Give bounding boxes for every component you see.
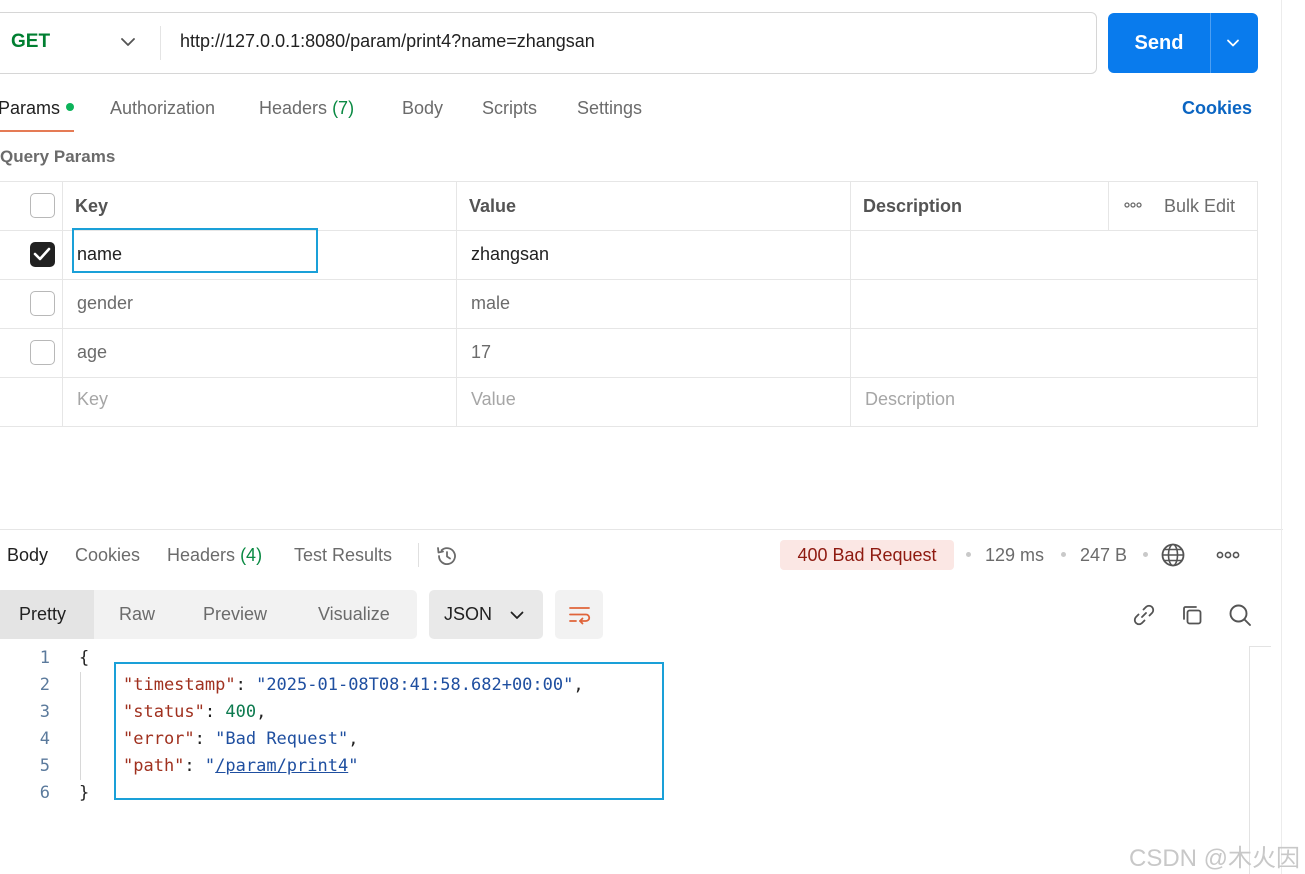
param-value[interactable]: 17 (471, 342, 491, 363)
wrap-lines-button[interactable] (555, 590, 603, 639)
status-text: 400 Bad Request (797, 545, 937, 565)
param-value[interactable]: zhangsan (471, 244, 549, 265)
url-divider (160, 26, 161, 60)
params-active-dot (66, 103, 75, 111)
tab-scripts[interactable]: Scripts (482, 98, 537, 119)
response-divider (0, 529, 1283, 530)
meta-separator (966, 552, 971, 557)
tab-params-label: Params (0, 98, 61, 118)
response-time[interactable]: 129 ms (985, 545, 1044, 566)
format-dropdown[interactable]: JSON (429, 590, 543, 639)
column-header-description: Description (863, 196, 963, 216)
link-icon[interactable] (1130, 601, 1158, 629)
response-body-highlight (114, 662, 664, 800)
view-raw-button[interactable]: Raw (119, 604, 155, 625)
col-divider (1108, 181, 1109, 230)
param-value[interactable]: male (471, 293, 510, 314)
meta-separator (1143, 552, 1148, 557)
cookies-link[interactable]: Cookies (1182, 98, 1252, 119)
bulk-edit-button[interactable]: Bulk Edit (1164, 196, 1235, 217)
line-number: 3 (39, 702, 50, 722)
response-size[interactable]: 247 B (1080, 545, 1127, 566)
chevron-down-icon[interactable] (118, 32, 138, 52)
col-divider (850, 181, 851, 427)
more-icon[interactable] (1124, 200, 1142, 210)
tab-underline (0, 130, 74, 132)
view-pretty-button[interactable]: Pretty (19, 604, 66, 625)
history-icon[interactable] (434, 543, 460, 569)
send-button[interactable]: Send (1108, 13, 1258, 73)
more-icon[interactable] (1216, 548, 1240, 562)
send-label: Send (1134, 32, 1184, 54)
line-number: 1 (39, 648, 50, 668)
param-checkbox[interactable] (30, 242, 55, 267)
new-key-input[interactable]: Key (77, 389, 108, 410)
line-number: 4 (39, 729, 50, 749)
view-visualize-button[interactable]: Visualize (318, 604, 390, 625)
tab-separator (418, 543, 419, 567)
col-divider (456, 181, 457, 427)
method-selector[interactable]: GET (11, 31, 50, 53)
chevron-down-icon[interactable] (1223, 33, 1243, 53)
code-scrollbar-cap (1249, 646, 1271, 647)
pane-edge (1281, 0, 1282, 874)
param-key[interactable]: age (77, 342, 107, 363)
check-icon (33, 247, 51, 261)
param-checkbox[interactable] (30, 291, 55, 316)
line-number: 2 (39, 675, 50, 695)
row-divider (0, 328, 1258, 329)
tab-headers[interactable]: Headers (7) (259, 98, 354, 119)
param-key[interactable]: gender (77, 293, 133, 314)
wrap-icon (569, 607, 591, 625)
new-value-input[interactable]: Value (471, 389, 516, 410)
chevron-down-icon (510, 611, 524, 619)
format-label: JSON (444, 604, 493, 624)
line-number: 5 (39, 756, 50, 776)
url-input[interactable]: http://127.0.0.1:8080/param/print4?name=… (180, 31, 595, 52)
status-badge[interactable]: 400 Bad Request (780, 540, 954, 570)
row-divider (0, 279, 1258, 280)
tab-headers-label: Headers (259, 98, 328, 118)
resp-tab-test-results[interactable]: Test Results (294, 545, 392, 566)
resp-tab-body[interactable]: Body (7, 545, 48, 566)
tab-params[interactable]: Params (0, 98, 75, 119)
resp-tab-headers[interactable]: Headers (4) (167, 545, 262, 566)
watermark: CSDN @木火因 (1129, 845, 1301, 872)
resp-tab-cookies[interactable]: Cookies (75, 545, 140, 566)
copy-icon[interactable] (1178, 601, 1206, 629)
tab-body[interactable]: Body (402, 98, 443, 119)
close-brace: } (79, 783, 90, 803)
tab-settings[interactable]: Settings (577, 98, 642, 119)
row-divider (0, 377, 1258, 378)
tab-authorization[interactable]: Authorization (110, 98, 215, 119)
view-preview-button[interactable]: Preview (203, 604, 267, 625)
search-icon[interactable] (1226, 601, 1254, 629)
col-divider (62, 181, 63, 427)
line-number: 6 (39, 783, 50, 803)
params-table (0, 181, 1258, 427)
column-header-key: Key (75, 196, 109, 216)
param-checkbox[interactable] (30, 340, 55, 365)
key-cell-highlight (72, 228, 318, 273)
resp-headers-count: (4) (240, 545, 263, 565)
open-brace: { (79, 648, 90, 668)
resp-tab-headers-label: Headers (167, 545, 236, 565)
headers-count: (7) (332, 98, 355, 118)
send-divider (1210, 13, 1211, 73)
new-description-input[interactable]: Description (865, 389, 955, 410)
query-params-title: Query Params (0, 147, 116, 166)
meta-separator (1061, 552, 1066, 557)
indent-guide (80, 672, 81, 780)
globe-icon[interactable] (1160, 542, 1186, 568)
column-header-value: Value (469, 196, 517, 216)
select-all-checkbox[interactable] (30, 193, 55, 218)
